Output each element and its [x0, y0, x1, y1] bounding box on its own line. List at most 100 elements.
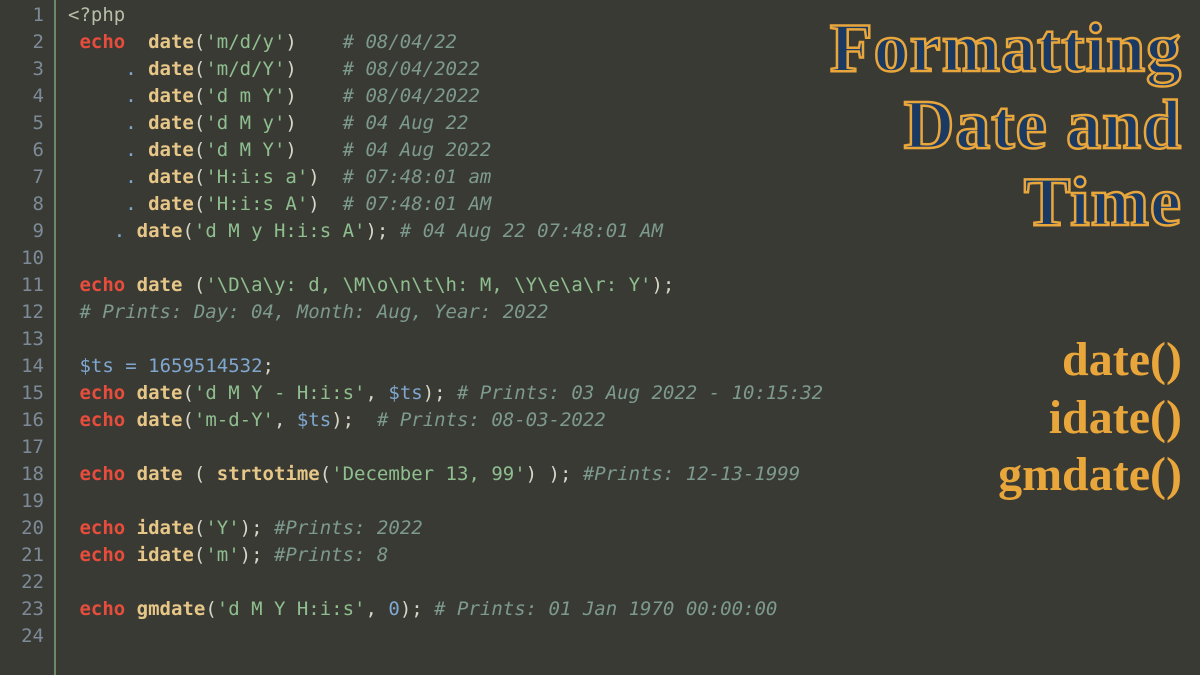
token: gmdate	[137, 598, 206, 620]
code-line[interactable]	[68, 569, 823, 596]
token: )	[285, 139, 342, 161]
token	[125, 382, 136, 404]
token: 'd m Y'	[205, 85, 285, 107]
line-number: 11	[0, 272, 44, 299]
token	[125, 463, 136, 485]
token: (	[194, 112, 205, 134]
token: 'm'	[205, 544, 239, 566]
code-line[interactable]: echo date('m/d/y') # 08/04/22	[68, 29, 823, 56]
code-line[interactable]: . date('d M y') # 04 Aug 22	[68, 110, 823, 137]
code-line[interactable]: echo date('m-d-Y', $ts); # Prints: 08-03…	[68, 407, 823, 434]
token: # Prints: 01 Jan 1970 00:00:00	[434, 598, 777, 620]
line-number: 18	[0, 461, 44, 488]
line-number: 24	[0, 623, 44, 650]
token	[68, 274, 79, 296]
token: # Prints: 03 Aug 2022 - 10:15:32	[457, 382, 823, 404]
token: (	[182, 463, 216, 485]
code-line[interactable]: echo idate('Y'); #Prints: 2022	[68, 515, 823, 542]
token	[125, 409, 136, 431]
code-line[interactable]: <?php	[68, 2, 823, 29]
token	[68, 517, 79, 539]
code-line[interactable]: echo date('d M Y - H:i:s', $ts); # Print…	[68, 380, 823, 407]
token: ) );	[526, 463, 583, 485]
line-number: 19	[0, 488, 44, 515]
token: );	[331, 409, 377, 431]
token: date	[148, 166, 194, 188]
token: date	[148, 112, 194, 134]
code-line[interactable]	[68, 245, 823, 272]
code-line[interactable]: . date('H:i:s A') # 07:48:01 AM	[68, 191, 823, 218]
token: .	[125, 85, 136, 107]
token: 'm-d-Y'	[194, 409, 274, 431]
token	[68, 544, 79, 566]
token: .	[125, 58, 136, 80]
token: 'd M Y H:i:s'	[217, 598, 366, 620]
code-line[interactable]	[68, 326, 823, 353]
token	[68, 598, 79, 620]
token	[68, 409, 79, 431]
token: (	[194, 58, 205, 80]
token: date	[137, 220, 183, 242]
line-number: 14	[0, 353, 44, 380]
code-line[interactable]: . date('d M y H:i:s A'); # 04 Aug 22 07:…	[68, 218, 823, 245]
code-line[interactable]: $ts = 1659514532;	[68, 353, 823, 380]
code-line[interactable]: echo date ( strtotime('December 13, 99')…	[68, 461, 823, 488]
token: );	[240, 544, 274, 566]
token: );	[423, 382, 457, 404]
line-number: 13	[0, 326, 44, 353]
token: ,	[365, 598, 388, 620]
token: );	[365, 220, 399, 242]
token: date	[148, 58, 194, 80]
line-number: 15	[0, 380, 44, 407]
code-line[interactable]: echo date ('\D\a\y: d, \M\o\n\t\h: M, \Y…	[68, 272, 823, 299]
token: # 08/04/2022	[343, 85, 480, 107]
token: 'd M Y'	[205, 139, 285, 161]
token: );	[651, 274, 674, 296]
code-line[interactable]	[68, 434, 823, 461]
token	[114, 355, 125, 377]
token	[125, 517, 136, 539]
line-number: 17	[0, 434, 44, 461]
line-number: 16	[0, 407, 44, 434]
token: 0	[388, 598, 399, 620]
line-number: 23	[0, 596, 44, 623]
token	[125, 544, 136, 566]
line-number: 12	[0, 299, 44, 326]
code-line[interactable]: . date('H:i:s a') # 07:48:01 am	[68, 164, 823, 191]
token: )	[308, 166, 342, 188]
code-line[interactable]	[68, 623, 823, 650]
code-line[interactable]: . date('d M Y') # 04 Aug 2022	[68, 137, 823, 164]
line-number: 3	[0, 56, 44, 83]
token	[137, 166, 148, 188]
token: # Prints: Day: 04, Month: Aug, Year: 202…	[79, 301, 548, 323]
token	[137, 58, 148, 80]
code-line[interactable]: echo gmdate('d M Y H:i:s', 0); # Prints:…	[68, 596, 823, 623]
token	[125, 31, 148, 53]
token: (	[182, 382, 193, 404]
token: #Prints: 12-13-1999	[583, 463, 800, 485]
token: # 08/04/2022	[343, 58, 480, 80]
token: echo	[79, 598, 125, 620]
token: .	[125, 139, 136, 161]
token: =	[125, 355, 136, 377]
line-number: 21	[0, 542, 44, 569]
token	[68, 382, 79, 404]
token: (	[194, 544, 205, 566]
line-number: 10	[0, 245, 44, 272]
token: 'm/d/y'	[205, 31, 285, 53]
code-line[interactable]: # Prints: Day: 04, Month: Aug, Year: 202…	[68, 299, 823, 326]
code-line[interactable]	[68, 488, 823, 515]
code-line[interactable]: . date('m/d/Y') # 08/04/2022	[68, 56, 823, 83]
token: 'd M y H:i:s A'	[194, 220, 366, 242]
token: # 07:48:01 AM	[343, 193, 492, 215]
token: #Prints: 2022	[274, 517, 423, 539]
line-number: 2	[0, 29, 44, 56]
token: 1659514532	[148, 355, 262, 377]
code-line[interactable]: echo idate('m'); #Prints: 8	[68, 542, 823, 569]
token: );	[240, 517, 274, 539]
token: )	[285, 58, 342, 80]
code-line[interactable]: . date('d m Y') # 08/04/2022	[68, 83, 823, 110]
code-area[interactable]: <?php echo date('m/d/y') # 08/04/22 . da…	[56, 0, 823, 675]
token: 'H:i:s A'	[205, 193, 308, 215]
token	[68, 220, 114, 242]
